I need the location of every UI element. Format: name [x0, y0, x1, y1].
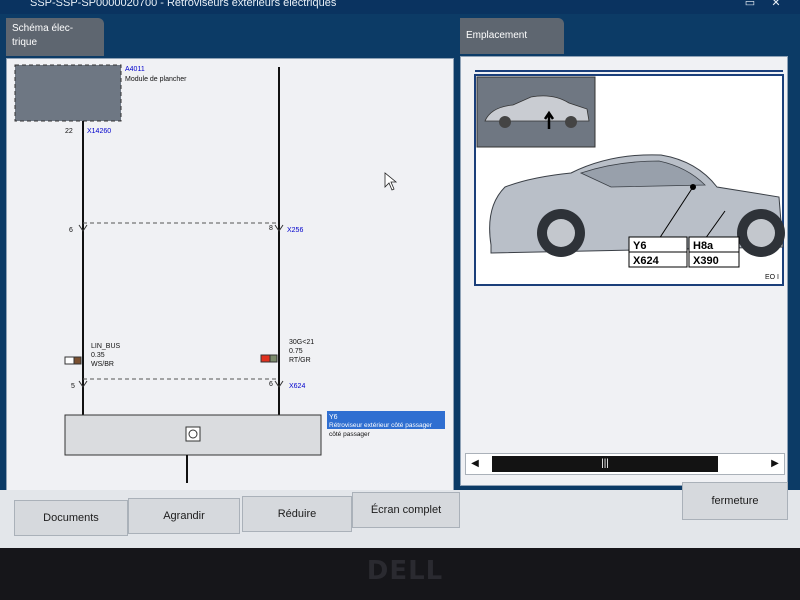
corner-code: EO I [765, 274, 779, 281]
connector-x14260: X14260 [87, 128, 111, 135]
pin-6-bottom: 6 [269, 381, 273, 388]
scroll-left-icon[interactable]: ◀ [466, 454, 484, 474]
car-rear-rim [547, 219, 575, 247]
callout-h8a: H8a [693, 240, 714, 252]
dell-logo: DELL [366, 556, 444, 586]
fermeture-button[interactable]: fermeture [682, 482, 788, 520]
scroll-thumb[interactable]: ||| [492, 456, 718, 472]
wire1-name: LIN_BUS [91, 343, 121, 350]
tab-schema-electrique[interactable]: Schéma élec-trique [6, 18, 104, 56]
pin-5: 5 [71, 383, 75, 390]
scroll-grip-icon: ||| [601, 458, 609, 469]
module-id: A4011 [125, 66, 145, 73]
pin-22: 22 [65, 128, 73, 135]
wire1-color-swatch-br [73, 356, 82, 365]
tab-emplacement-label: Emplacement [466, 30, 528, 41]
connector-x624: X624 [289, 383, 305, 390]
callout-x624: X624 [633, 255, 660, 267]
wiring-diagram: A4011 Module de plancher 22 X14260 6 8 X… [14, 64, 445, 483]
minimize-icon[interactable]: ▭ [742, 0, 758, 10]
wire2-color: RT/GR [289, 357, 311, 364]
schematic-panel: A4011 Module de plancher 22 X14260 6 8 X… [6, 58, 454, 492]
wire1-color-swatch-ws [64, 356, 75, 365]
wire2-name: 30G<21 [289, 339, 314, 346]
scroll-right-icon[interactable]: ▶ [766, 454, 784, 474]
wire2-color-swatch-rt [260, 354, 271, 363]
horizontal-scrollbar[interactable]: ◀ ||| ▶ [465, 453, 785, 475]
mouse-cursor-icon [384, 172, 398, 191]
component-name: Rétroviseur extérieur côté passager [329, 422, 433, 429]
callout-y6: Y6 [633, 240, 646, 252]
mirror-motor-icon [185, 426, 201, 442]
agrandir-button[interactable]: Agrandir [128, 498, 240, 534]
wire2-color-swatch-gr [269, 354, 278, 363]
component-name-2: côté passager [329, 431, 371, 438]
pin-8-top: 8 [269, 225, 273, 232]
bottom-toolbar: Documents Agrandir Réduire Écran complet… [0, 482, 800, 548]
location-panel: Y6 X624 H8a X390 EO I ◀ ||| ▶ [460, 56, 788, 486]
module-name: Module de plancher [125, 76, 187, 83]
thumbnail-wheel-rear [565, 116, 577, 128]
wire1-gauge: 0.35 [91, 352, 105, 359]
close-icon[interactable]: ✕ [768, 0, 784, 10]
tab-emplacement[interactable]: Emplacement [460, 18, 564, 54]
module-box[interactable] [14, 64, 122, 122]
tab-schema-label: Schéma élec-trique [12, 23, 74, 48]
wire1-color: WS/BR [91, 361, 114, 368]
pin-6-top: 6 [69, 227, 73, 234]
connector-x256: X256 [287, 227, 303, 234]
window-titlebar: SSP-SSP-SP0000020700 - Rétroviseurs exté… [0, 0, 800, 14]
reduire-button[interactable]: Réduire [242, 496, 352, 532]
thumbnail-wheel-front [499, 116, 511, 128]
ecran-complet-button[interactable]: Écran complet [352, 492, 460, 528]
documents-button[interactable]: Documents [14, 500, 128, 536]
wire2-gauge: 0.75 [289, 348, 303, 355]
car-front-rim [747, 219, 775, 247]
window-title: SSP-SSP-SP0000020700 - Rétroviseurs exté… [30, 0, 337, 9]
app-screen: SSP-SSP-SP0000020700 - Rétroviseurs exté… [0, 0, 800, 548]
location-view: Y6 X624 H8a X390 EO I [461, 57, 787, 485]
component-id: Y6 [329, 414, 338, 421]
callout-x390: X390 [693, 255, 719, 267]
